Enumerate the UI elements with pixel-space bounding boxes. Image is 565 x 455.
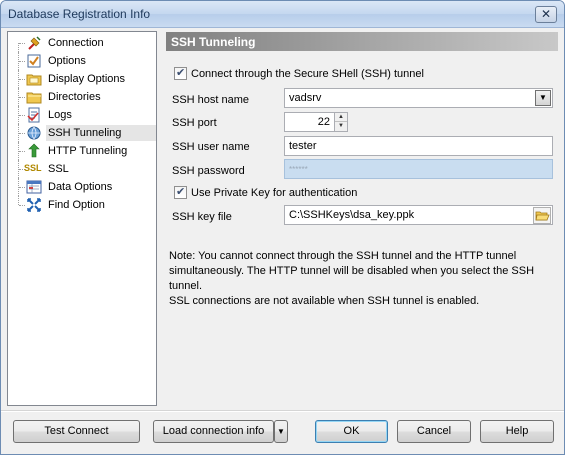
ssh-host-label: SSH host name — [172, 94, 250, 106]
window-title: Database Registration Info — [8, 7, 151, 21]
tree-label: Directories — [48, 91, 101, 103]
section-title: SSH Tunneling — [171, 35, 256, 49]
ssh-password-input[interactable]: ****** — [284, 159, 553, 179]
ssh-key-file-label: SSH key file — [172, 211, 232, 223]
ssh-note: Note: You cannot connect through the SSH… — [169, 249, 554, 309]
tree-label: Connection — [48, 37, 104, 49]
tree-item-ssl[interactable]: SSL SSL — [10, 160, 154, 178]
ssh-password-label: SSH password — [172, 165, 245, 177]
title-bar: Database Registration Info ✕ — [1, 1, 564, 28]
ssh-password-value: ****** — [289, 165, 308, 174]
options-tree: Connection Options Display Options Direc… — [7, 31, 157, 406]
connect-ssh-label: Connect through the Secure SHell (SSH) t… — [191, 68, 424, 80]
spin-down-icon[interactable]: ▼ — [335, 122, 347, 131]
tree-item-http-tunneling[interactable]: HTTP Tunneling — [10, 142, 154, 160]
tree-item-connection[interactable]: Connection — [10, 34, 154, 52]
tree-label: SSL — [48, 163, 69, 175]
tree-item-data-options[interactable]: Data Options — [10, 178, 154, 196]
spin-up-icon[interactable]: ▲ — [335, 113, 347, 122]
tree-label: Find Option — [48, 199, 105, 211]
test-connect-button[interactable]: Test Connect — [13, 420, 140, 443]
tree-label: SSH Tunneling — [46, 125, 156, 141]
load-connection-info-button[interactable]: Load connection info — [153, 420, 274, 443]
private-key-label: Use Private Key for authentication — [191, 187, 358, 199]
port-spinner[interactable]: ▲ ▼ — [334, 112, 348, 132]
database-registration-dialog: Database Registration Info ✕ Connection … — [0, 0, 565, 455]
note-text-ssl: SSL connections are not available when S… — [169, 295, 480, 307]
open-folder-icon[interactable] — [533, 207, 551, 224]
tree-item-directories[interactable]: Directories — [10, 88, 154, 106]
tree-item-find-option[interactable]: Find Option — [10, 196, 154, 214]
cancel-button[interactable]: Cancel — [397, 420, 471, 443]
tree-item-logs[interactable]: Logs — [10, 106, 154, 124]
connect-ssh-checkbox[interactable] — [174, 66, 187, 80]
ssh-port-input[interactable]: 22 — [284, 112, 335, 132]
ssh-key-file-input[interactable]: C:\SSHKeys\dsa_key.ppk — [284, 205, 553, 225]
help-button[interactable]: Help — [480, 420, 554, 443]
folder-directories-icon — [26, 92, 42, 104]
http-tunnel-icon — [28, 143, 40, 158]
ssh-user-value: tester — [289, 140, 317, 152]
ssh-port-value: 22 — [317, 116, 330, 128]
tree-label: HTTP Tunneling — [48, 145, 128, 157]
ok-button[interactable]: OK — [315, 420, 388, 443]
tree-item-display-options[interactable]: Display Options — [10, 70, 154, 88]
tree-label: Options — [48, 55, 86, 67]
tree-label: Logs — [48, 109, 72, 121]
chevron-down-icon[interactable]: ▼ — [535, 90, 551, 106]
data-options-icon — [26, 180, 42, 194]
checkbox-options-icon — [27, 54, 41, 68]
tree-item-options[interactable]: Options — [10, 52, 154, 70]
tree-label: Data Options — [48, 181, 113, 193]
note-text: Note: You cannot connect through the SSH… — [169, 250, 535, 292]
ssh-port-label: SSH port — [172, 117, 217, 129]
divider — [1, 410, 564, 412]
ssh-host-select[interactable]: vadsrv ▼ — [284, 88, 553, 108]
folder-display-icon — [26, 74, 42, 86]
private-key-checkbox[interactable] — [174, 185, 187, 199]
ssl-icon: SSL — [24, 163, 42, 173]
section-header: SSH Tunneling — [166, 32, 558, 51]
connection-plug-icon — [28, 36, 41, 50]
tree-label: Display Options — [48, 73, 126, 85]
load-dropdown-arrow-icon[interactable]: ▼ — [274, 420, 288, 443]
ssh-host-value: vadsrv — [289, 92, 322, 104]
tree-item-ssh-tunneling[interactable]: SSH Tunneling — [10, 124, 156, 142]
ssh-key-file-value: C:\SSHKeys\dsa_key.ppk — [289, 209, 415, 221]
close-button[interactable]: ✕ — [535, 6, 557, 23]
ssh-user-input[interactable]: tester — [284, 136, 553, 156]
find-option-icon — [27, 198, 41, 212]
ssh-tunnel-icon — [27, 126, 41, 140]
logs-icon — [27, 107, 40, 123]
ssh-user-label: SSH user name — [172, 141, 250, 153]
